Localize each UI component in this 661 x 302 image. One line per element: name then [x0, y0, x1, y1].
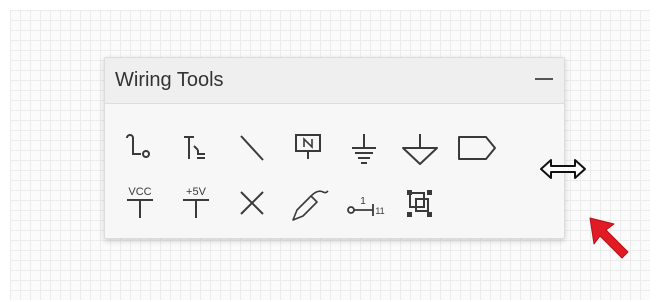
sheet-entry-tool-button[interactable]: 1 11	[343, 182, 385, 224]
power-port-icon	[402, 134, 438, 165]
panel-header[interactable]: Wiring Tools	[105, 58, 564, 104]
vcc-power-tool-button[interactable]: VCC	[119, 182, 161, 224]
horizontal-resize-cursor-icon	[538, 157, 588, 181]
ground-icon	[352, 134, 376, 164]
no-erc-tool-button[interactable]	[231, 182, 273, 224]
port-icon	[458, 136, 496, 160]
wire-tool-button[interactable]	[119, 128, 161, 170]
sheet-symbol-tool-button[interactable]	[399, 182, 441, 224]
bus-tool-button[interactable]	[175, 128, 217, 170]
signal-harness-tool-button[interactable]	[287, 182, 329, 224]
ground-tool-button[interactable]	[343, 128, 385, 170]
signal-harness-icon	[292, 190, 329, 221]
net-label-tool-button[interactable]	[287, 128, 329, 170]
red-pointer-arrow-icon	[584, 212, 634, 260]
plus5v-power-tool-button[interactable]: +5V	[175, 182, 217, 224]
plus5v-power-icon: +5V	[183, 186, 209, 218]
plus5v-label: +5V	[186, 186, 207, 198]
minimize-button[interactable]	[532, 66, 556, 90]
sheet-entry-top-label: 1	[360, 196, 366, 207]
sheet-entry-icon: 1 11	[347, 196, 385, 216]
net-label-icon	[295, 134, 321, 159]
power-port-tool-button[interactable]	[399, 128, 441, 170]
vcc-power-icon: VCC	[127, 186, 153, 218]
sheet-entry-right-label: 11	[375, 206, 384, 216]
panel-title: Wiring Tools	[115, 69, 224, 91]
minimize-icon	[535, 78, 553, 80]
bus-icon	[184, 136, 205, 159]
no-erc-icon	[240, 191, 264, 215]
port-tool-button[interactable]	[455, 128, 497, 170]
bus-entry-icon	[240, 135, 264, 161]
sheet-symbol-icon	[407, 190, 432, 217]
vcc-label: VCC	[128, 186, 151, 198]
bus-entry-tool-button[interactable]	[231, 128, 273, 170]
wire-icon	[126, 134, 150, 158]
wiring-tools-panel: Wiring Tools VCC +5V 1 11	[104, 57, 565, 239]
